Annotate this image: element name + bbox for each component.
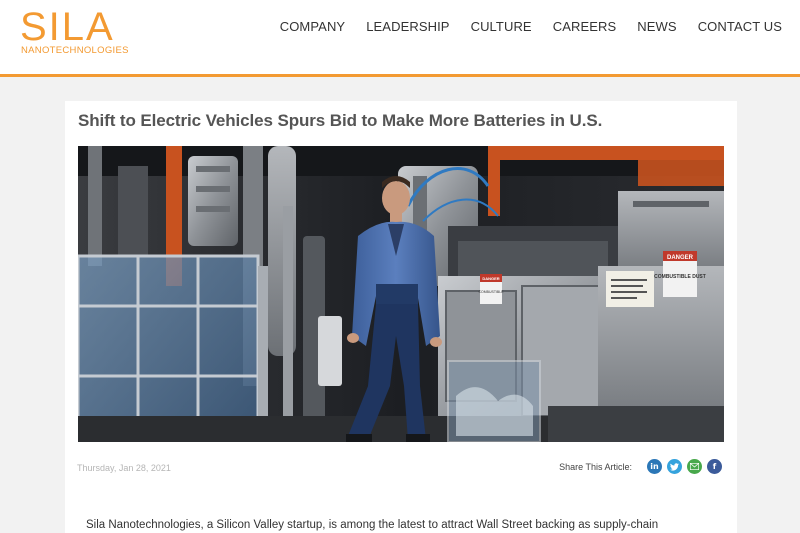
share-label: Share This Article: [559,461,632,472]
nav-item-careers[interactable]: CAREERS [553,19,617,34]
factory-photo-illustration: DANGER COMBUSTIBLE DUST DANGER COMBUSTIB… [78,146,724,442]
logo-subtitle: NANOTECHNOLOGIES [21,45,129,56]
danger-sign-1: DANGER [482,276,499,281]
nav-item-culture[interactable]: CULTURE [471,19,532,34]
site-header: SILA NANOTECHNOLOGIES COMPANY LEADERSHIP… [0,0,800,74]
sila-logo[interactable]: SILA NANOTECHNOLOGIES [20,5,144,59]
twitter-icon[interactable] [667,459,682,474]
article-lead-paragraph: Sila Nanotechnologies, a Silicon Valley … [86,519,659,531]
article-date: Thursday, Jan 28, 2021 [77,463,171,473]
main-nav: COMPANY LEADERSHIP CULTURE CAREERS NEWS … [259,19,782,34]
article-card: Shift to Electric Vehicles Spurs Bid to … [65,101,737,533]
nav-item-news[interactable]: NEWS [637,19,676,34]
nav-item-company[interactable]: COMPANY [280,19,345,34]
logo-wordmark: SILA [20,5,115,49]
facebook-icon[interactable]: f [707,459,722,474]
share-bar: Share This Article: in f [559,459,722,474]
nav-item-leadership[interactable]: LEADERSHIP [366,19,449,34]
email-icon[interactable] [687,459,702,474]
danger-sign-2: DANGER [667,255,694,261]
combustible-sign: COMBUSTIBLE [478,290,504,294]
article-title: Shift to Electric Vehicles Spurs Bid to … [78,111,603,130]
article-photo: DANGER COMBUSTIBLE DUST DANGER COMBUSTIB… [78,146,724,442]
nav-item-contact-us[interactable]: CONTACT US [698,19,782,34]
combustible-dust-sign: COMBUSTIBLE DUST [654,274,706,280]
header-divider [0,74,800,77]
linkedin-icon[interactable]: in [647,459,662,474]
